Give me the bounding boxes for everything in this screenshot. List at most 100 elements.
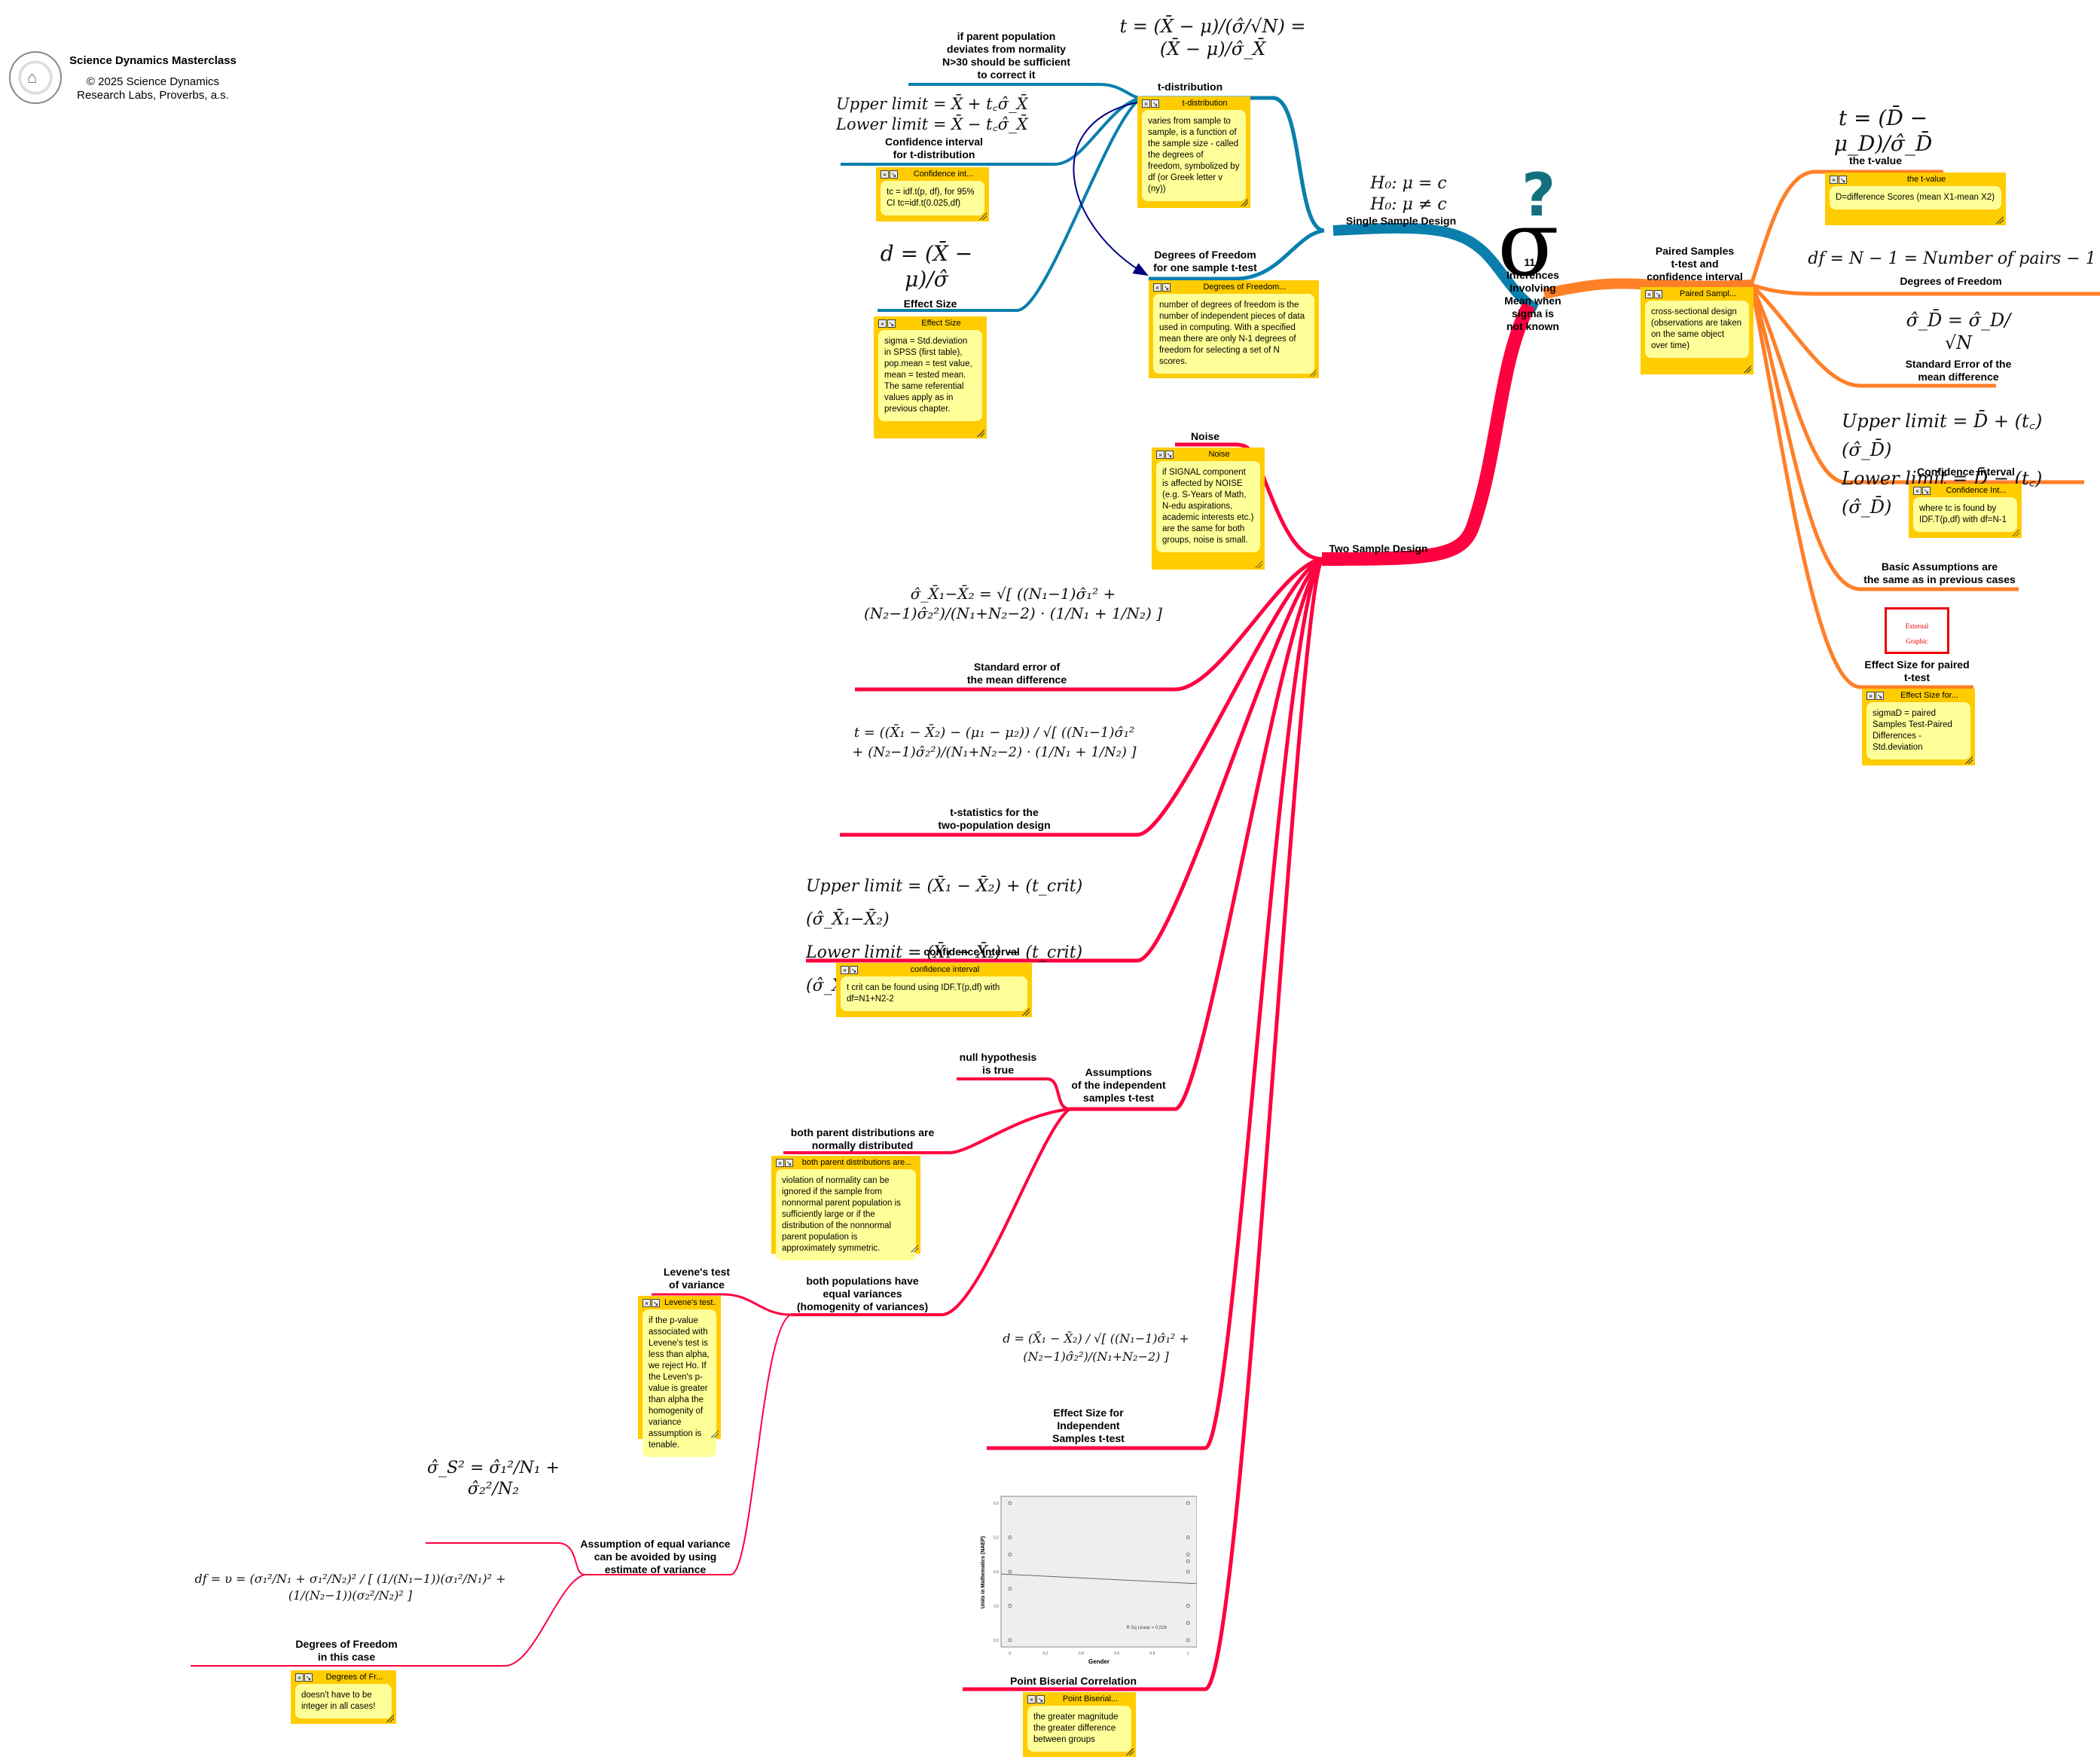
branch-avoid-formula [426,1542,585,1575]
resize-grip-icon[interactable] [1126,1748,1134,1755]
resize-grip-icon[interactable] [711,1430,719,1438]
two-se-formula: σ̂_X̄₁−X̄₂ = √[ ((N₁−1)σ̂₁² + (N₂−1)σ̂₂²… [864,585,1162,622]
resize-grip-icon[interactable] [1965,756,1973,764]
expand-icon[interactable]: ↘ [652,1298,660,1307]
t-value-formula: t = (D̄ − μ_D)/σ̂_D̄ [1833,105,1933,156]
expand-icon[interactable]: ↘ [1165,450,1174,459]
effect-size-label[interactable]: Effect Size [893,298,968,310]
effect-size-independent-label[interactable]: Effect Size for Independent Samples t-te… [1039,1407,1137,1445]
close-icon[interactable]: × [1645,289,1653,298]
two-sample-label[interactable]: Two Sample Design [1322,542,1435,555]
close-icon[interactable]: × [1866,691,1875,700]
resize-grip-icon[interactable] [2012,529,2019,536]
resize-grip-icon[interactable] [977,429,984,437]
arrow-tdist-to-df [1073,101,1149,276]
normality-label[interactable]: both parent distributions are normally d… [783,1126,942,1152]
levene-note: × ↘ Levene's test... if the p-value associ… [638,1296,721,1457]
close-icon[interactable]: × [881,170,889,179]
copyright: © 2025 Science Dynamics Research Labs, P… [77,75,229,102]
t-value-note: × ↘ the t-value D=difference Scores (mean … [1825,173,2006,225]
close-icon[interactable]: × [1830,175,1838,184]
paired-label[interactable]: Paired Samples t-test and confidence int… [1638,245,1751,283]
ci-t-note: × ↘ Confidence int... tc = idf.t(p, df), f… [876,167,989,222]
ci-t-label[interactable]: Confidence interval for t-distribution [874,136,994,161]
resize-grip-icon[interactable] [979,212,987,220]
single-sample-label[interactable]: Single Sample Design [1326,215,1476,228]
t-value-label[interactable]: the t-value [1830,154,1921,167]
close-icon[interactable]: × [1027,1694,1036,1703]
df-one-sample-label[interactable]: Degrees of Freedom for one sample t-test [1137,249,1273,274]
expand-icon[interactable]: ↘ [887,319,896,328]
equal-variances-label[interactable]: both populations have equal variances (h… [783,1275,942,1313]
parent-population-label[interactable]: if parent population deviates from norma… [931,30,1082,81]
central-topic[interactable]: 11 - Inferences Involving Mean when sigm… [1476,256,1589,333]
y-tick-label: 5,0 [994,1536,999,1541]
close-icon[interactable]: × [1913,486,1921,495]
expand-icon[interactable]: ↘ [1162,283,1171,292]
app-title: Science Dynamics Masterclass [69,54,237,67]
paired-df-label[interactable]: Degrees of Freedom [1868,275,2034,288]
two-se-label[interactable]: Standard error of the mean difference [942,661,1092,686]
x-tick-label: 0,8 [1149,1652,1155,1656]
resize-grip-icon[interactable] [1022,1008,1030,1016]
expand-icon[interactable]: ↘ [850,965,858,974]
x-tick-label: 0,4 [1079,1652,1084,1656]
resize-grip-icon[interactable] [1744,365,1751,373]
x-tick-label: 0,6 [1114,1652,1119,1656]
resize-grip-icon[interactable] [1309,369,1317,377]
expand-icon[interactable]: ↘ [1922,486,1931,495]
paired-effect-size-label[interactable]: Effect Size for paired t-test [1860,658,1973,684]
two-t-label[interactable]: t-statistics for the two-population desi… [919,806,1070,832]
paired-effect-size-note: × ↘ Effect Size for... sigmaD = paired Sam… [1862,689,1975,765]
t-distribution-label[interactable]: t-distribution [1145,81,1235,93]
t-distribution-formula: t = (X̄ − μ)/(σ̂/√N) = (X̄ − μ)/σ̂_X̄ [1119,16,1306,60]
y-tick-label: 4,0 [994,1570,999,1575]
close-icon[interactable]: × [841,965,849,974]
avoid-equal-variance-label[interactable]: Assumption of equal variance can be avoi… [580,1538,731,1576]
x-tick-label: 1 [1187,1652,1189,1656]
expand-icon[interactable]: ↘ [1839,175,1847,184]
close-icon[interactable]: × [295,1673,304,1682]
close-icon[interactable]: × [1142,99,1150,108]
expand-icon[interactable]: ↘ [1876,691,1884,700]
point-biserial-scatterplot: 0 0,2 0,4 0,6 0,8 1 2,0 3,0 4,0 5,0 6,0 R Sq Linea… [981,1496,1197,1665]
resize-grip-icon[interactable] [1241,199,1248,206]
paired-ci-label[interactable]: Confidence Interval [1898,466,2034,478]
y-tick-label: 2,0 [994,1639,999,1643]
resize-grip-icon[interactable] [386,1715,394,1722]
expand-icon[interactable]: ↘ [1654,289,1662,298]
expand-icon[interactable]: ↘ [890,170,898,179]
expand-icon[interactable]: ↘ [304,1673,313,1682]
paired-se-label[interactable]: Standard Error of the mean difference [1883,358,2034,383]
paired-df-formula: df = N − 1 = Number of pairs − 1 [1808,249,2096,268]
point-biserial-note: × ↘ Point Biserial... the greater magnitud… [1023,1692,1136,1757]
assumptions-label[interactable]: Assumptions of the independent samples t… [1055,1066,1183,1105]
t-distribution-note: × ↘ t-distribution varies from sample to s… [1137,96,1250,208]
noise-label[interactable]: Noise [1175,430,1235,443]
x-axis-label: Gender [1088,1658,1110,1665]
ci-t-formula: Upper limit = X̄ + t꜀σ̂_X̄ Lower limit =… [836,95,1028,133]
close-icon[interactable]: × [878,319,887,328]
resize-grip-icon[interactable] [911,1245,918,1252]
df-this-case-note: × ↘ Degrees of Fr... doesn't have to be in… [291,1670,396,1724]
point-biserial-label[interactable]: Point Biserial Correlation [972,1675,1175,1688]
effect-size-note: × ↘ Effect Size sigma = Std.deviation in S… [874,316,987,438]
hypothesis-formula: H₀: μ = c H₀: μ ≠ c [1370,174,1447,214]
paired-ci-note: × ↘ Confidence Int... where tc is found by… [1909,484,2022,538]
two-ci-label[interactable]: confidence interval [911,946,1032,958]
close-icon[interactable]: × [1156,450,1164,459]
df-this-case-label[interactable]: Degrees of Freedom in this case [286,1638,407,1664]
expand-icon[interactable]: ↘ [785,1158,793,1167]
expand-icon[interactable]: ↘ [1151,99,1159,108]
branch-two-sample [1321,301,1535,566]
null-hypothesis-label[interactable]: null hypothesis is true [949,1051,1047,1077]
close-icon[interactable]: × [643,1298,651,1307]
levene-label[interactable]: Levene's test of variance [652,1266,742,1291]
expand-icon[interactable]: ↘ [1036,1694,1045,1703]
paired-assumptions-label[interactable]: Basic Assumptions are the same as in pre… [1853,561,2026,586]
effect-size-independent-formula: d = (X̄₁ − X̄₂) / √[ ((N₁−1)σ̂₁² + (N₂−1… [1003,1331,1189,1364]
resize-grip-icon[interactable] [1255,561,1262,568]
close-icon[interactable]: × [1153,283,1161,292]
close-icon[interactable]: × [776,1158,784,1167]
resize-grip-icon[interactable] [1996,216,2004,224]
